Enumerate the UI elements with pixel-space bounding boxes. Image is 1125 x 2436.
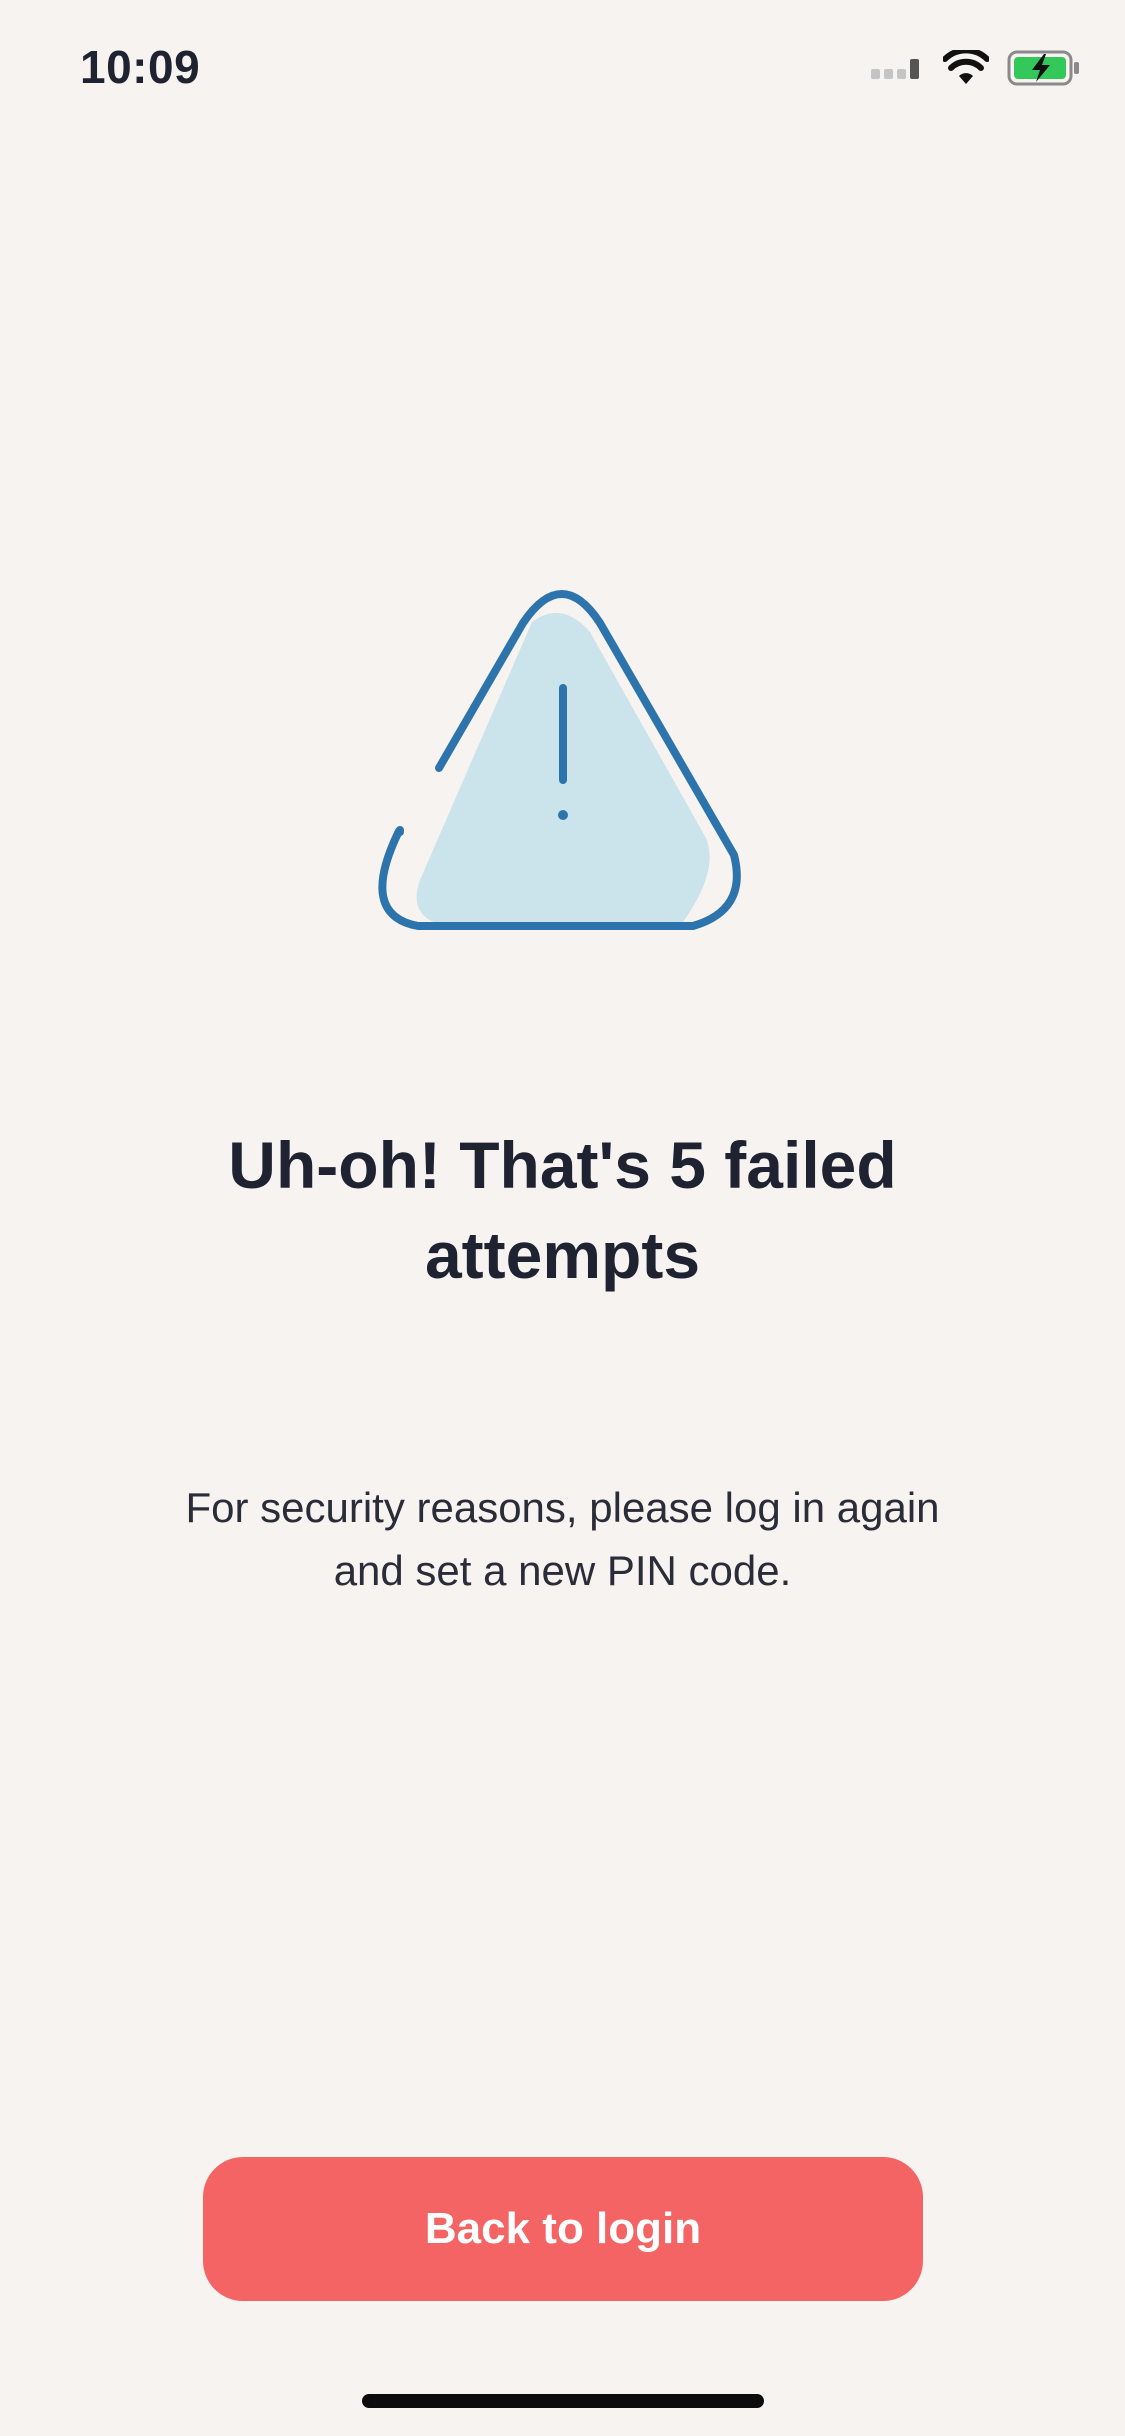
- error-title: Uh-oh! That's 5 failed attempts: [228, 1128, 897, 1292]
- cellular-signal-icon: [871, 57, 925, 84]
- back-to-login-label: Back to login: [424, 2204, 702, 2253]
- battery-charging-icon: [1007, 50, 1081, 91]
- home-indicator[interactable]: [362, 2394, 764, 2408]
- wifi-icon: [942, 46, 990, 91]
- status-icons: [871, 46, 1081, 92]
- status-bar: 10:09: [0, 0, 1125, 140]
- error-description: For security reasons, please log in agai…: [185, 1484, 940, 1594]
- status-time: 10:09: [80, 41, 201, 93]
- warning-triangle-icon: [378, 590, 741, 930]
- back-to-login-button[interactable]: Back to login: [203, 2157, 923, 2301]
- warning-illustration: [360, 570, 765, 940]
